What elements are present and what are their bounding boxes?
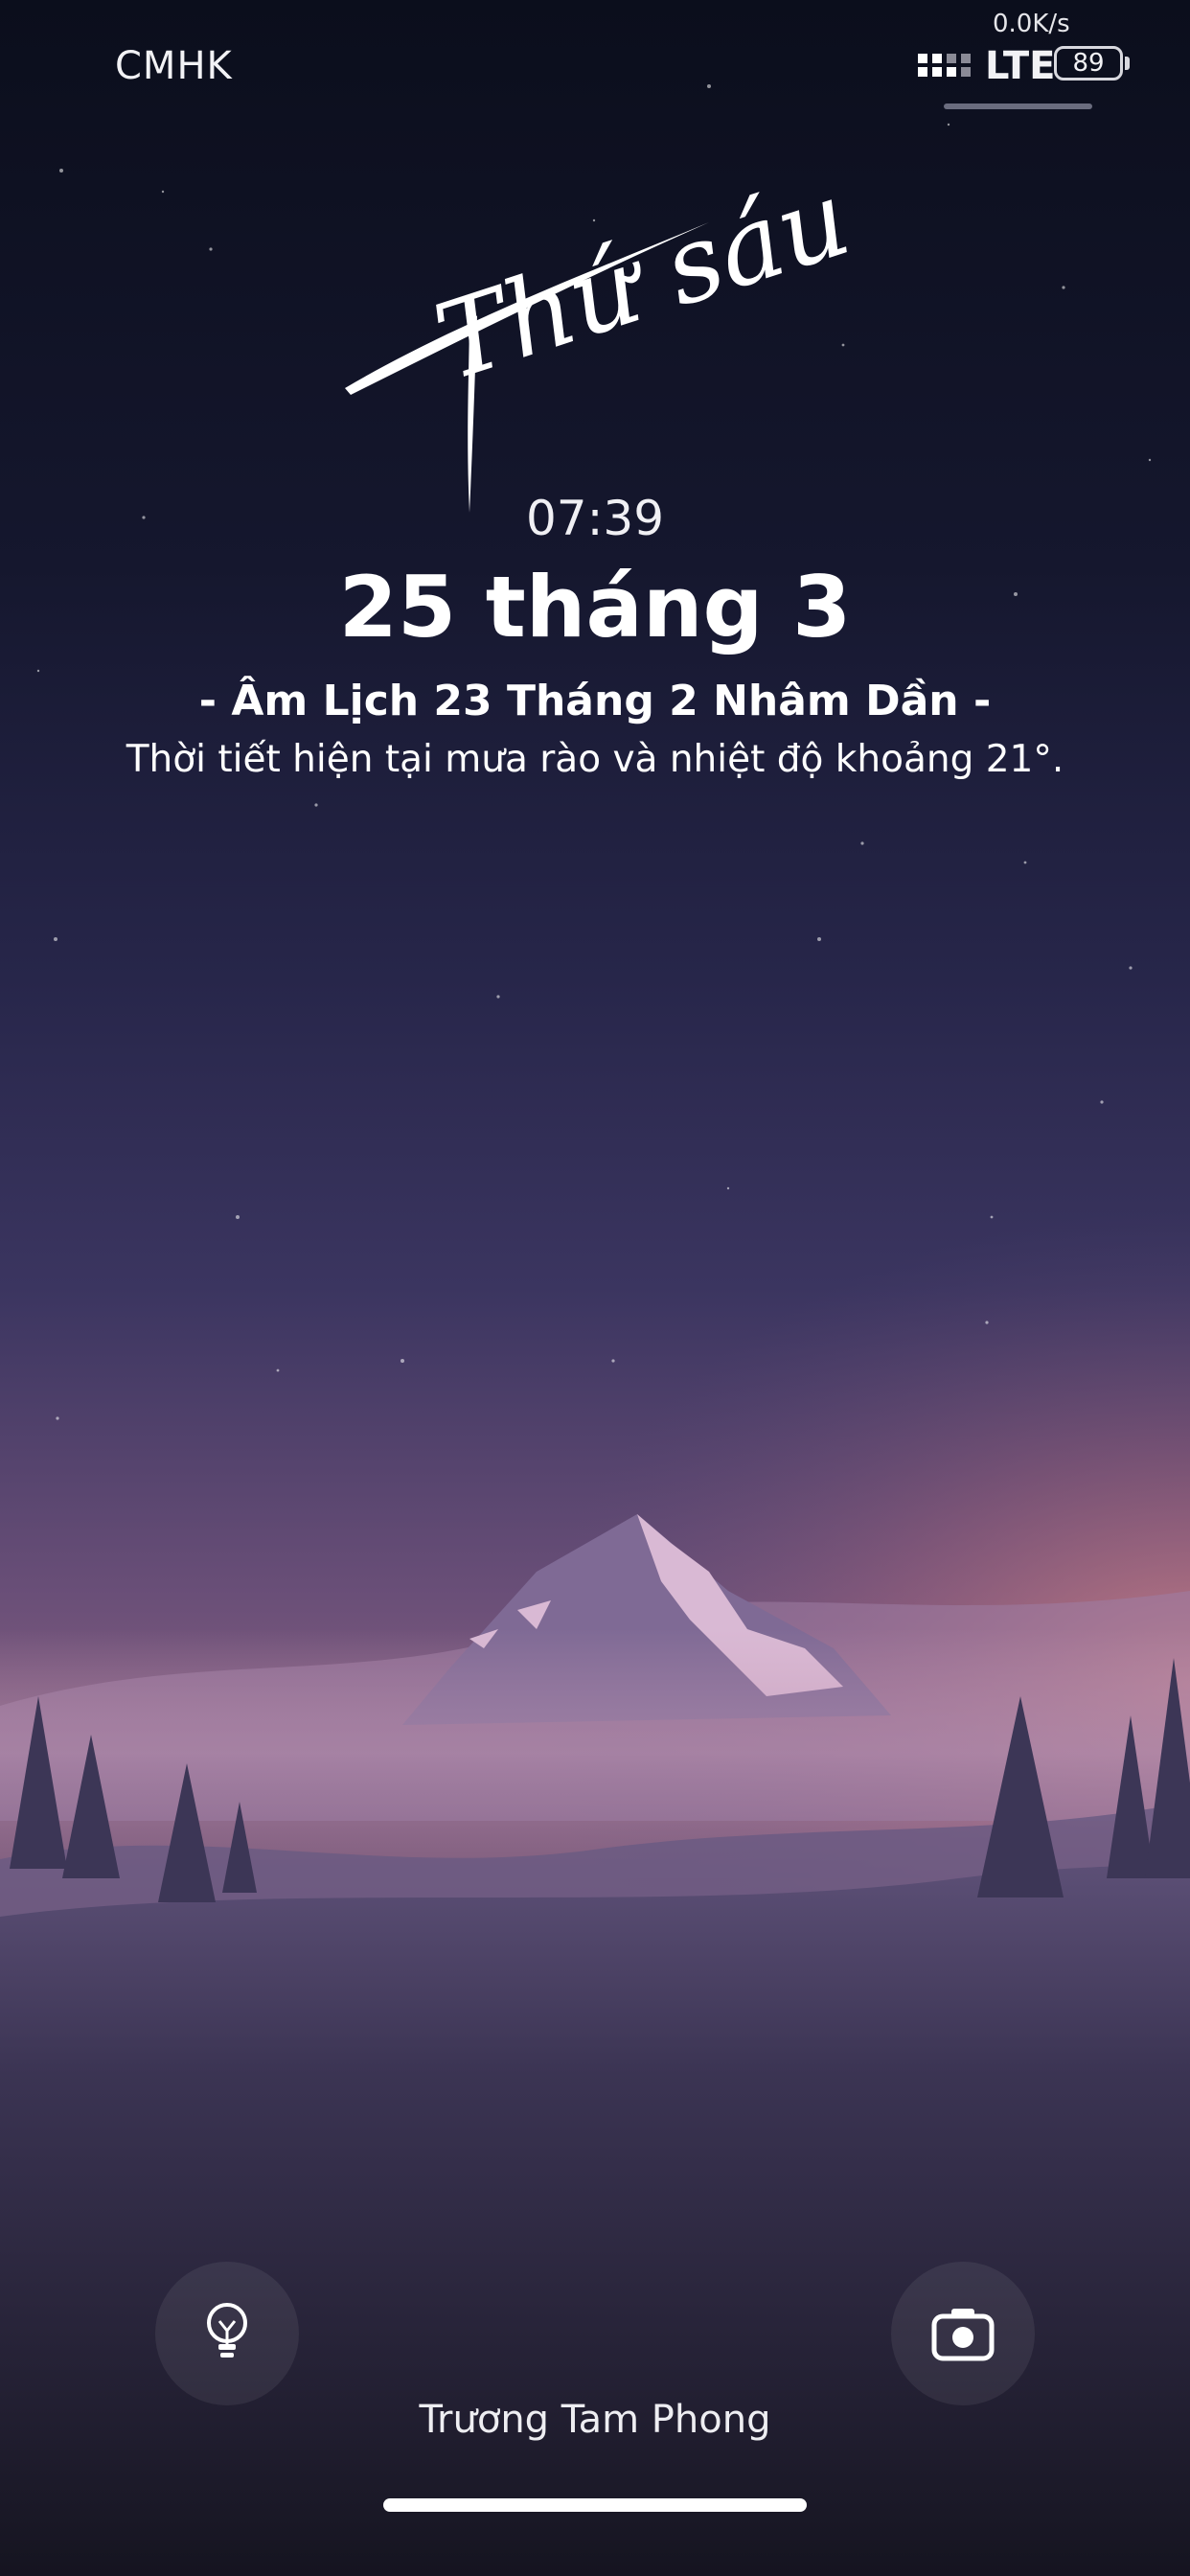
battery-icon: 89 — [1054, 46, 1123, 80]
status-bar: CMHK 0.0K/s LTE 89 — [0, 0, 1190, 125]
camera-icon — [931, 2309, 995, 2361]
network-speed: 0.0K/s — [993, 10, 1070, 38]
date-label: 25 tháng 3 — [338, 558, 852, 656]
battery-tip — [1125, 57, 1130, 70]
camera-button[interactable] — [891, 2262, 1035, 2405]
flashlight-icon — [207, 2303, 247, 2358]
lunar-date-label: - Âm Lịch 23 Tháng 2 Nhâm Dần - — [198, 677, 992, 725]
signal-strength-icon — [918, 54, 971, 77]
clock-time: 07:39 — [525, 491, 665, 546]
battery-level: 89 — [1072, 49, 1105, 78]
flashlight-button[interactable] — [155, 2262, 299, 2405]
home-indicator[interactable] — [383, 2498, 807, 2512]
status-indicator-line — [944, 104, 1092, 109]
owner-name: Trương Tam Phong — [419, 2398, 771, 2442]
network-type-label: LTE — [985, 44, 1056, 88]
lock-screen: CMHK 0.0K/s LTE 89 Thứ sáu 07:39 25 thán… — [0, 0, 1190, 2576]
carrier-label: CMHK — [115, 44, 233, 88]
weather-label: Thời tiết hiện tại mưa rào và nhiệt độ k… — [126, 738, 1064, 781]
